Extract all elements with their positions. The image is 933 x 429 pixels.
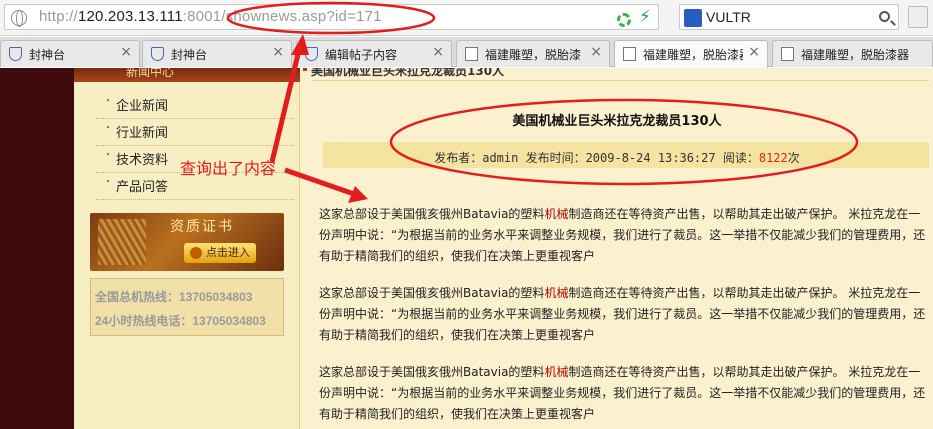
article-title: 美国机械业巨头米拉克龙裁员130人 xyxy=(512,114,722,129)
close-icon[interactable]: × xyxy=(748,44,760,60)
meta-suffix: 次 xyxy=(787,151,800,165)
address-bar: http://120.203.13.111:8001/shownews.asp?… xyxy=(0,0,933,36)
tab-strip: 封神台 × 封神台 × 编辑帖子内容 × 福建雕塑，脱胎漆器 × 福建雕塑，脱胎… xyxy=(0,37,933,68)
reload-icon[interactable] xyxy=(617,13,631,27)
close-icon[interactable]: × xyxy=(432,44,444,60)
divider xyxy=(311,80,929,81)
keyword-link[interactable]: 机械 xyxy=(544,207,568,221)
tab-1[interactable]: 封神台 × xyxy=(0,40,140,67)
left-decor-strip xyxy=(0,68,74,429)
search-icon[interactable] xyxy=(879,11,890,22)
shield-icon xyxy=(9,47,22,61)
hotline-24h: 24小时热线电话：13705034803 xyxy=(95,314,266,328)
meta-text: 发布者：admin 发布时间：2009-8-24 13:36:27 阅读： xyxy=(434,151,759,165)
page-icon xyxy=(465,47,478,61)
article-area: 美国机械业巨头米拉克龙裁员130人 美国机械业巨头米拉克龙裁员130人 发布者：… xyxy=(301,68,933,429)
extension-icon[interactable] xyxy=(908,6,928,28)
url-path: :8001/shownews.asp?id=171 xyxy=(182,8,382,25)
article-paragraph: 这家总部设于美国俄亥俄州Batavia的塑料机械制造商还在等待资产出售，以帮助其… xyxy=(319,362,931,425)
lightning-icon[interactable]: ⚡ xyxy=(639,7,651,27)
shield-icon xyxy=(151,47,164,61)
tab-4[interactable]: 福建雕塑，脱胎漆器 × xyxy=(456,40,610,67)
close-icon[interactable]: × xyxy=(272,44,284,60)
keyword-link[interactable]: 机械 xyxy=(544,365,568,379)
tab-label: 福建雕塑，脱胎漆器 xyxy=(643,48,743,62)
certificate-title: 资质证书 xyxy=(170,219,234,235)
tab-3[interactable]: 编辑帖子内容 × xyxy=(296,40,452,67)
tab-6[interactable]: 福建雕塑，脱胎漆器 xyxy=(772,40,933,67)
url-host: 120.203.13.111 xyxy=(77,8,183,25)
tab-label: 编辑帖子内容 xyxy=(325,48,398,62)
page-icon xyxy=(781,47,794,61)
sidebar-item-company-news[interactable]: 企业新闻 xyxy=(106,94,168,114)
sidebar: 新闻中心 企业新闻 行业新闻 技术资料 产品问答 资质证书 点击进入 全国总机热… xyxy=(74,68,300,429)
view-count: 8122 xyxy=(758,151,788,165)
search-engine-text: VULTR xyxy=(706,9,751,25)
para-text: 这家总部设于美国俄亥俄州Batavia的塑料 xyxy=(319,207,545,221)
certificate-image xyxy=(98,219,146,265)
divider xyxy=(96,199,294,200)
sidebar-item-tech-docs[interactable]: 技术资料 xyxy=(106,148,168,168)
tab-label: 福建雕塑，脱胎漆器 xyxy=(485,48,581,62)
page-icon xyxy=(623,47,636,61)
hotline-national: 全国总机热线：13705034803 xyxy=(95,290,253,304)
globe-icon xyxy=(11,10,27,27)
breadcrumb: 美国机械业巨头米拉克龙裁员130人 xyxy=(302,68,504,79)
search-engine-icon[interactable]: 🐾 xyxy=(684,9,702,27)
tab-2[interactable]: 封神台 × xyxy=(142,40,292,67)
sidebar-header-label: 新闻中心 xyxy=(126,68,175,79)
url-field[interactable]: http://120.203.13.111:8001/shownews.asp?… xyxy=(4,4,659,30)
tab-label: 福建雕塑，脱胎漆器 xyxy=(801,48,910,62)
article-paragraph: 这家总部设于美国俄亥俄州Batavia的塑料机械制造商还在等待资产出售，以帮助其… xyxy=(319,283,931,346)
url-prefix: http:// xyxy=(39,8,78,25)
annotation-text: 查询出了内容 xyxy=(180,159,277,178)
tab-5-active[interactable]: 福建雕塑，脱胎漆器 × xyxy=(614,40,768,68)
page-content: 新闻中心 企业新闻 行业新闻 技术资料 产品问答 资质证书 点击进入 全国总机热… xyxy=(0,68,933,429)
divider xyxy=(96,145,294,146)
hotline-box: 全国总机热线：13705034803 24小时热线电话：13705034803 xyxy=(90,278,284,336)
divider xyxy=(96,118,294,119)
tab-label: 封神台 xyxy=(171,48,208,62)
sidebar-item-industry-news[interactable]: 行业新闻 xyxy=(106,121,168,141)
sidebar-item-product-qa[interactable]: 产品问答 xyxy=(106,175,168,195)
screenshot-root: http://120.203.13.111:8001/shownews.asp?… xyxy=(0,0,933,429)
shield-icon xyxy=(305,47,318,61)
para-text: 这家总部设于美国俄亥俄州Batavia的塑料 xyxy=(319,365,545,379)
para-text: 这家总部设于美国俄亥俄州Batavia的塑料 xyxy=(319,286,545,300)
certificate-banner[interactable]: 资质证书 点击进入 xyxy=(90,213,284,271)
url-text[interactable]: http://120.203.13.111:8001/shownews.asp?… xyxy=(39,8,382,25)
tab-label: 封神台 xyxy=(29,48,66,62)
article-paragraph: 这家总部设于美国俄亥俄州Batavia的塑料机械制造商还在等待资产出售，以帮助其… xyxy=(319,204,931,267)
close-icon[interactable]: × xyxy=(120,44,132,60)
close-icon[interactable]: × xyxy=(590,44,602,60)
keyword-link[interactable]: 机械 xyxy=(544,286,568,300)
search-field[interactable]: 🐾 VULTR xyxy=(679,4,899,30)
enter-button[interactable]: 点击进入 xyxy=(184,243,256,263)
sidebar-header: 新闻中心 xyxy=(74,68,300,82)
article-meta: 发布者：admin 发布时间：2009-8-24 13:36:27 阅读：812… xyxy=(301,149,933,166)
